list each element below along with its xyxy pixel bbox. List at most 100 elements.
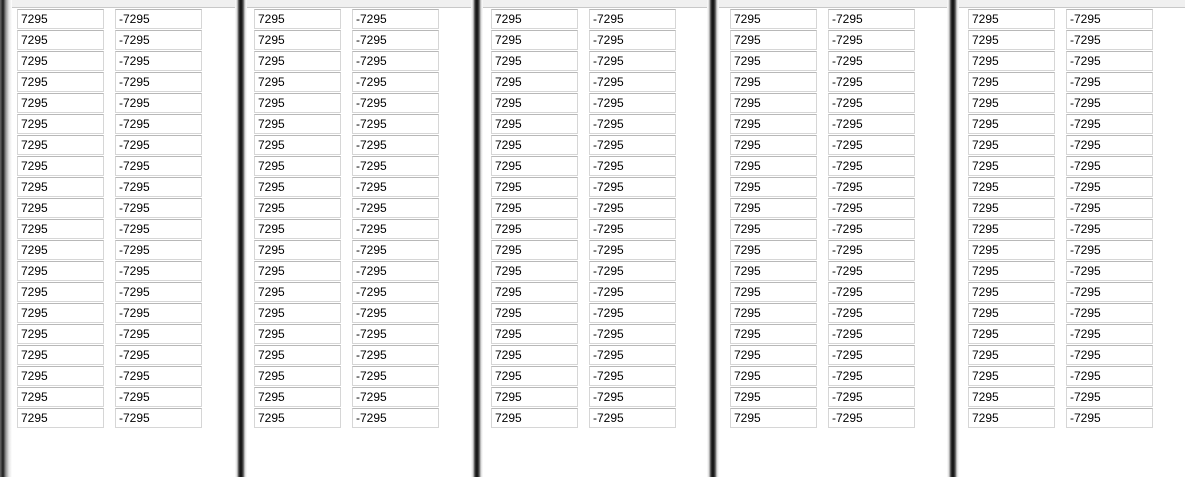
value-cell-negative[interactable]: -7295 — [352, 408, 439, 428]
value-cell-negative[interactable]: -7295 — [828, 114, 915, 134]
value-cell-positive[interactable]: 7295 — [254, 303, 341, 323]
value-cell-positive[interactable]: 7295 — [968, 114, 1055, 134]
value-cell-positive[interactable]: 7295 — [17, 387, 104, 407]
value-cell-positive[interactable]: 7295 — [254, 240, 341, 260]
value-cell-positive[interactable]: 7295 — [17, 30, 104, 50]
value-cell-negative[interactable]: -7295 — [1066, 198, 1153, 218]
value-cell-negative[interactable]: -7295 — [1066, 324, 1153, 344]
value-cell-negative[interactable]: -7295 — [1066, 261, 1153, 281]
value-cell-positive[interactable]: 7295 — [491, 156, 578, 176]
value-cell-positive[interactable]: 7295 — [254, 156, 341, 176]
value-cell-positive[interactable]: 7295 — [730, 93, 817, 113]
value-cell-positive[interactable]: 7295 — [17, 303, 104, 323]
value-cell-positive[interactable]: 7295 — [491, 9, 578, 29]
value-cell-positive[interactable]: 7295 — [254, 177, 341, 197]
value-cell-positive[interactable]: 7295 — [254, 114, 341, 134]
value-cell-positive[interactable]: 7295 — [491, 135, 578, 155]
value-cell-negative[interactable]: -7295 — [352, 345, 439, 365]
value-cell-negative[interactable]: -7295 — [828, 198, 915, 218]
value-cell-positive[interactable]: 7295 — [491, 387, 578, 407]
value-cell-positive[interactable]: 7295 — [730, 198, 817, 218]
value-cell-negative[interactable]: -7295 — [1066, 72, 1153, 92]
value-cell-negative[interactable]: -7295 — [828, 387, 915, 407]
value-cell-negative[interactable]: -7295 — [1066, 135, 1153, 155]
value-cell-positive[interactable]: 7295 — [491, 261, 578, 281]
value-cell-positive[interactable]: 7295 — [730, 303, 817, 323]
value-cell-negative[interactable]: -7295 — [352, 219, 439, 239]
value-cell-positive[interactable]: 7295 — [730, 219, 817, 239]
value-cell-positive[interactable]: 7295 — [17, 324, 104, 344]
value-cell-positive[interactable]: 7295 — [730, 387, 817, 407]
value-cell-negative[interactable]: -7295 — [115, 30, 202, 50]
value-cell-negative[interactable]: -7295 — [352, 93, 439, 113]
value-cell-positive[interactable]: 7295 — [491, 324, 578, 344]
value-cell-positive[interactable]: 7295 — [968, 219, 1055, 239]
value-cell-negative[interactable]: -7295 — [352, 366, 439, 386]
value-cell-positive[interactable]: 7295 — [491, 303, 578, 323]
value-cell-negative[interactable]: -7295 — [352, 303, 439, 323]
value-cell-negative[interactable]: -7295 — [115, 387, 202, 407]
value-cell-positive[interactable]: 7295 — [730, 240, 817, 260]
value-cell-negative[interactable]: -7295 — [1066, 156, 1153, 176]
value-cell-positive[interactable]: 7295 — [491, 345, 578, 365]
value-cell-positive[interactable]: 7295 — [968, 261, 1055, 281]
value-cell-positive[interactable]: 7295 — [491, 408, 578, 428]
value-cell-negative[interactable]: -7295 — [352, 261, 439, 281]
value-cell-negative[interactable]: -7295 — [1066, 177, 1153, 197]
value-cell-positive[interactable]: 7295 — [17, 9, 104, 29]
value-cell-negative[interactable]: -7295 — [828, 366, 915, 386]
value-cell-positive[interactable]: 7295 — [17, 240, 104, 260]
value-cell-negative[interactable]: -7295 — [828, 9, 915, 29]
value-cell-negative[interactable]: -7295 — [828, 135, 915, 155]
value-cell-negative[interactable]: -7295 — [589, 345, 676, 365]
value-cell-positive[interactable]: 7295 — [491, 177, 578, 197]
value-cell-positive[interactable]: 7295 — [968, 303, 1055, 323]
value-cell-positive[interactable]: 7295 — [254, 324, 341, 344]
value-cell-negative[interactable]: -7295 — [115, 261, 202, 281]
value-cell-negative[interactable]: -7295 — [115, 345, 202, 365]
value-cell-negative[interactable]: -7295 — [1066, 240, 1153, 260]
value-cell-negative[interactable]: -7295 — [828, 324, 915, 344]
panel-divider[interactable] — [707, 0, 719, 477]
value-cell-negative[interactable]: -7295 — [589, 366, 676, 386]
value-cell-negative[interactable]: -7295 — [828, 72, 915, 92]
value-cell-negative[interactable]: -7295 — [115, 408, 202, 428]
value-cell-negative[interactable]: -7295 — [352, 156, 439, 176]
value-cell-negative[interactable]: -7295 — [589, 282, 676, 302]
value-cell-negative[interactable]: -7295 — [1066, 345, 1153, 365]
value-cell-positive[interactable]: 7295 — [254, 408, 341, 428]
value-cell-negative[interactable]: -7295 — [589, 408, 676, 428]
value-cell-negative[interactable]: -7295 — [828, 219, 915, 239]
value-cell-negative[interactable]: -7295 — [115, 135, 202, 155]
value-cell-positive[interactable]: 7295 — [17, 282, 104, 302]
value-cell-negative[interactable]: -7295 — [1066, 387, 1153, 407]
value-cell-positive[interactable]: 7295 — [254, 345, 341, 365]
value-cell-positive[interactable]: 7295 — [968, 9, 1055, 29]
value-cell-positive[interactable]: 7295 — [17, 408, 104, 428]
value-cell-negative[interactable]: -7295 — [828, 261, 915, 281]
value-cell-positive[interactable]: 7295 — [730, 51, 817, 71]
value-cell-positive[interactable]: 7295 — [968, 387, 1055, 407]
value-cell-positive[interactable]: 7295 — [491, 72, 578, 92]
value-cell-negative[interactable]: -7295 — [589, 51, 676, 71]
value-cell-positive[interactable]: 7295 — [730, 9, 817, 29]
value-cell-negative[interactable]: -7295 — [115, 198, 202, 218]
value-cell-positive[interactable]: 7295 — [968, 345, 1055, 365]
value-cell-negative[interactable]: -7295 — [352, 240, 439, 260]
value-cell-negative[interactable]: -7295 — [115, 219, 202, 239]
value-cell-positive[interactable]: 7295 — [968, 177, 1055, 197]
value-cell-positive[interactable]: 7295 — [254, 93, 341, 113]
value-cell-positive[interactable]: 7295 — [254, 135, 341, 155]
value-cell-positive[interactable]: 7295 — [730, 261, 817, 281]
value-cell-positive[interactable]: 7295 — [254, 198, 341, 218]
value-cell-positive[interactable]: 7295 — [968, 324, 1055, 344]
value-cell-negative[interactable]: -7295 — [115, 282, 202, 302]
value-cell-positive[interactable]: 7295 — [968, 408, 1055, 428]
value-cell-negative[interactable]: -7295 — [589, 240, 676, 260]
value-cell-positive[interactable]: 7295 — [17, 198, 104, 218]
value-cell-negative[interactable]: -7295 — [589, 324, 676, 344]
value-cell-negative[interactable]: -7295 — [589, 261, 676, 281]
value-cell-positive[interactable]: 7295 — [968, 135, 1055, 155]
value-cell-negative[interactable]: -7295 — [589, 114, 676, 134]
value-cell-negative[interactable]: -7295 — [115, 303, 202, 323]
